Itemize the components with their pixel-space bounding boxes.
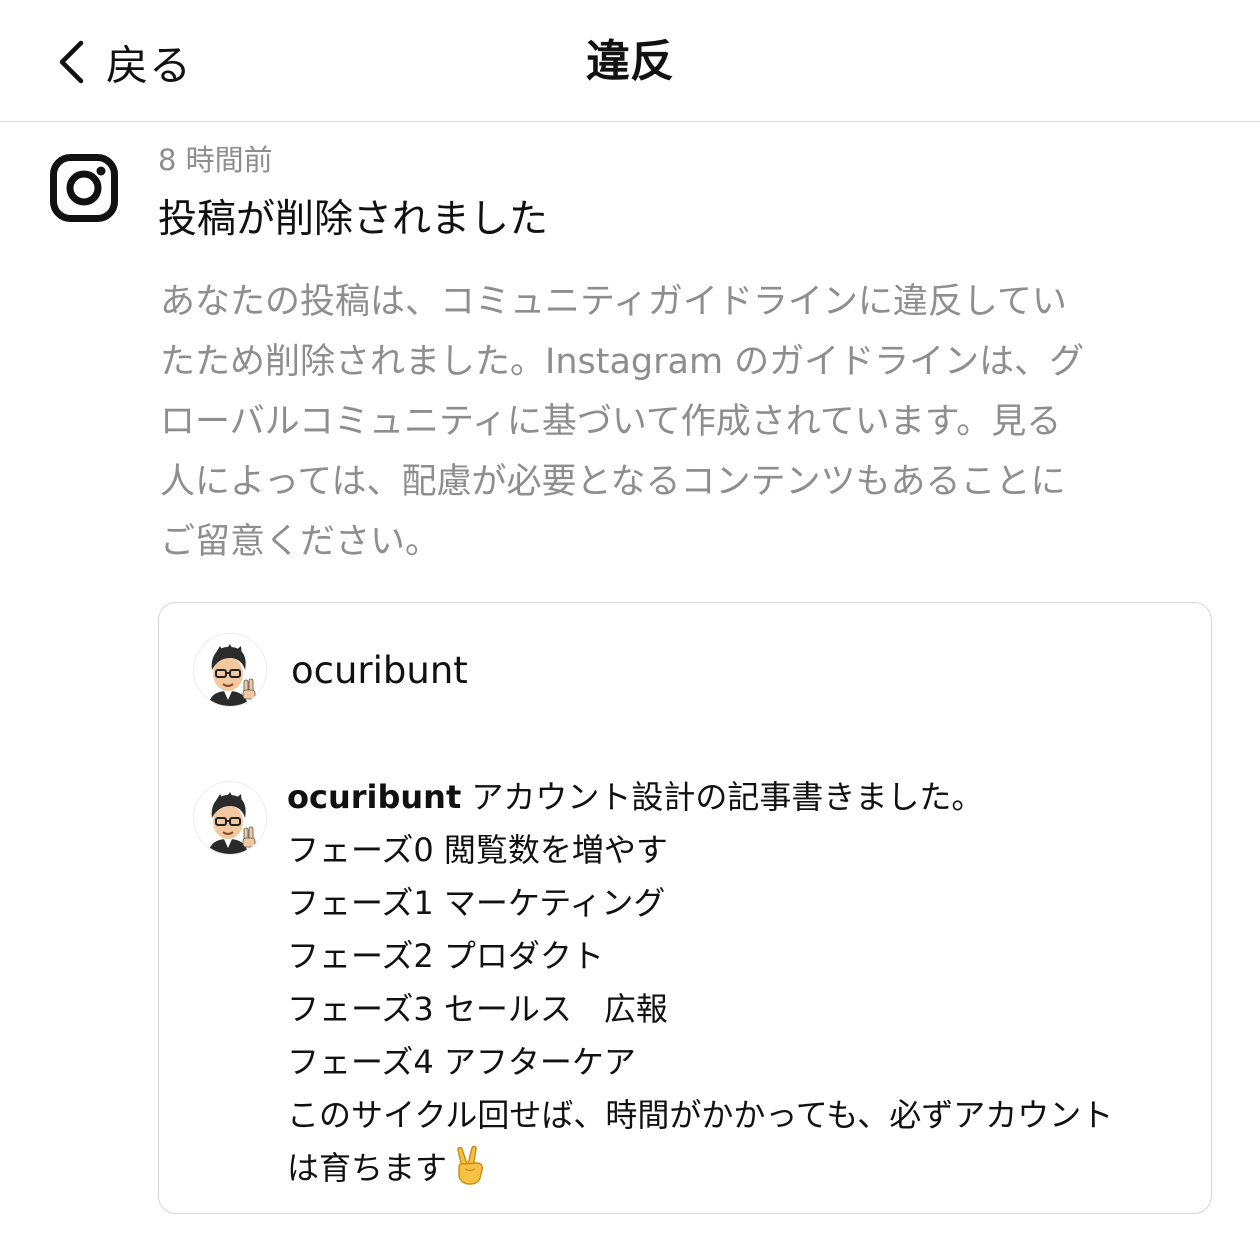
notification-body: あなたの投稿は、コミュニティガイドラインに違反してい たため削除されました。In… <box>160 272 1200 572</box>
instagram-icon <box>50 154 118 222</box>
caption-line: このサイクル回せば、時間がかかっても、必ずアカウント <box>287 1096 1114 1134</box>
top-bar: 戻る 違反 <box>0 0 1260 122</box>
caption-text: は育ちます <box>287 1149 448 1187</box>
victory-hand-emoji-icon <box>453 1145 487 1201</box>
caption-username[interactable]: ocuribunt <box>287 778 461 816</box>
page-title: 違反 <box>586 36 674 87</box>
caption-line: フェーズ4 アフターケア <box>287 1043 636 1081</box>
body-line: 人によっては、配慮が必要となるコンテンツもあることに <box>160 462 1066 502</box>
notification-time: 8 時間前 <box>158 143 273 177</box>
caption-line: フェーズ3 セールス 広報 <box>287 990 668 1028</box>
caption-line: フェーズ1 マーケティング <box>287 884 666 922</box>
body-line: あなたの投稿は、コミュニティガイドラインに違反してい <box>160 282 1067 322</box>
body-line: たため削除されました。Instagram のガイドラインは、グ <box>160 342 1085 382</box>
post-username[interactable]: ocuribunt <box>291 647 468 695</box>
caption-line: フェーズ0 閲覧数を増やす <box>287 831 668 869</box>
body-line: ローバルコミュニティに基づいて作成されています。見る <box>160 402 1062 442</box>
caption-line: ocuribunt アカウント設計の記事書きました。 <box>287 771 1187 824</box>
notification-title: 投稿が削除されました <box>158 197 549 242</box>
removed-post-card[interactable]: ocuribunt ocuribunt アカウント設計の記事書きました。 フェー… <box>158 602 1212 1214</box>
caption-line: は育ちます <box>287 1142 1187 1201</box>
avatar[interactable] <box>193 781 267 855</box>
body-line: ご留意ください。 <box>160 522 441 562</box>
caption-line: フェーズ2 プロダクト <box>287 937 604 975</box>
avatar[interactable] <box>193 633 267 707</box>
caption-text: アカウント設計の記事書きました。 <box>471 778 984 816</box>
post-caption: ocuribunt アカウント設計の記事書きました。 フェーズ0 閲覧数を増やす… <box>287 771 1187 1201</box>
